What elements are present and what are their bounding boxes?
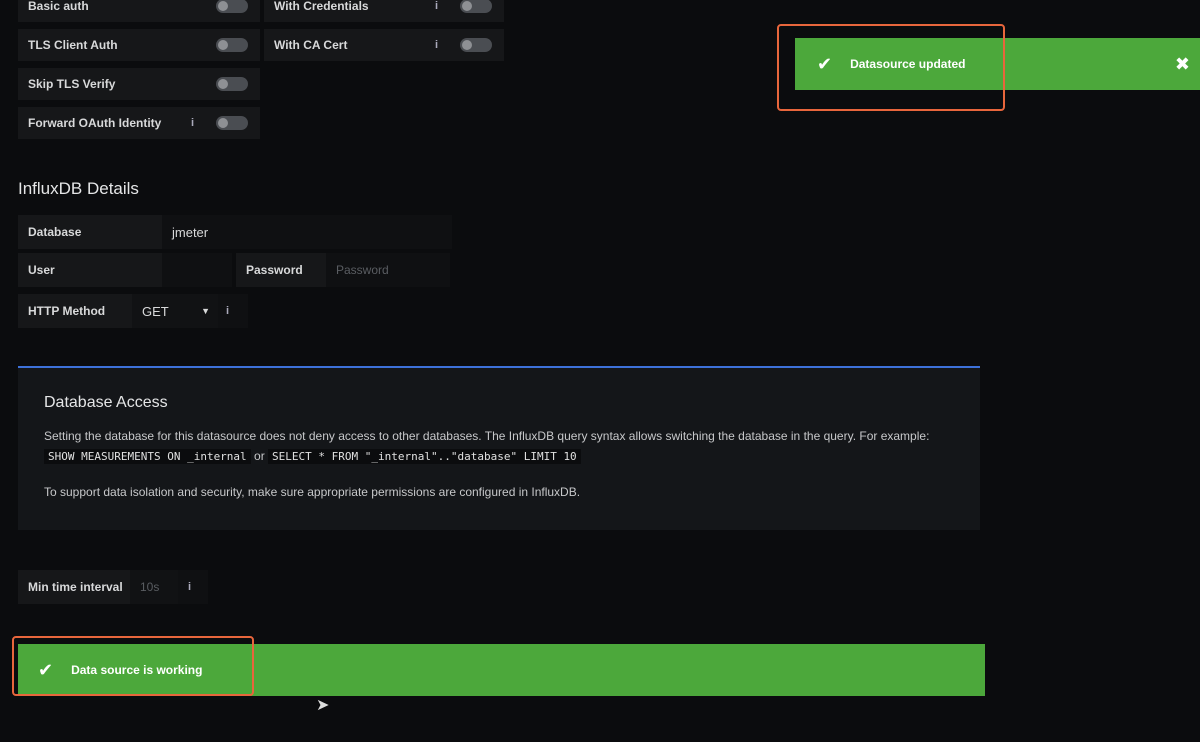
info-icon[interactable]: i: [218, 294, 248, 328]
access-code-1: SHOW MEASUREMENTS ON _internal: [44, 449, 251, 464]
http-method-row: HTTP Method GET ▼ i: [18, 294, 248, 328]
access-text-or: or: [254, 449, 265, 463]
forward-oauth-toggle[interactable]: [204, 107, 260, 139]
info-icon[interactable]: i: [178, 570, 208, 604]
credentials-row: User Password Password: [18, 253, 450, 287]
tls-client-auth-row: TLS Client Auth: [18, 29, 260, 61]
database-row: Database jmeter: [18, 215, 452, 249]
with-credentials-text: With Credentials: [274, 0, 369, 13]
info-icon[interactable]: i: [435, 0, 438, 12]
forward-oauth-label: Forward OAuth Identity i: [18, 107, 204, 139]
database-access-text: Setting the database for this datasource…: [44, 426, 954, 467]
basic-auth-toggle[interactable]: [204, 0, 260, 22]
with-ca-cert-row: With CA Cert i: [264, 29, 504, 61]
skip-tls-verify-toggle[interactable]: [204, 68, 260, 100]
toggle-switch[interactable]: [216, 77, 248, 91]
toggle-switch[interactable]: [460, 0, 492, 13]
mouse-cursor-icon: ➤: [316, 697, 330, 714]
tls-client-auth-label: TLS Client Auth: [18, 29, 204, 61]
forward-oauth-text: Forward OAuth Identity: [28, 116, 162, 130]
basic-auth-label: Basic auth: [18, 0, 204, 22]
info-icon[interactable]: i: [435, 39, 438, 51]
toggle-switch[interactable]: [216, 0, 248, 13]
database-input[interactable]: jmeter: [162, 215, 452, 249]
http-method-label: HTTP Method: [18, 294, 132, 328]
with-credentials-label: With Credentials i: [264, 0, 448, 22]
tls-client-auth-toggle[interactable]: [204, 29, 260, 61]
basic-auth-row: Basic auth: [18, 0, 260, 22]
user-input[interactable]: [162, 253, 232, 287]
with-ca-cert-label: With CA Cert i: [264, 29, 448, 61]
access-text-part2: To support data isolation and security, …: [44, 485, 581, 499]
info-icon[interactable]: i: [191, 117, 194, 129]
forward-oauth-row: Forward OAuth Identity i: [18, 107, 260, 139]
min-time-interval-row: Min time interval 10s i: [18, 570, 208, 604]
password-label: Password: [236, 253, 326, 287]
close-icon[interactable]: ✖: [1175, 54, 1190, 75]
access-code-2: SELECT * FROM "_internal".."database" LI…: [268, 449, 581, 464]
min-time-interval-input[interactable]: 10s: [130, 570, 178, 604]
influxdb-details-title: InfluxDB Details: [18, 179, 139, 198]
database-label: Database: [18, 215, 162, 249]
highlight-box: [12, 636, 254, 696]
skip-tls-verify-label: Skip TLS Verify: [18, 68, 204, 100]
database-access-title: Database Access: [44, 394, 168, 411]
user-label: User: [18, 253, 162, 287]
with-ca-cert-toggle[interactable]: [448, 29, 504, 61]
password-input[interactable]: Password: [326, 253, 450, 287]
with-credentials-row: With Credentials i: [264, 0, 504, 22]
http-method-value: GET: [142, 303, 169, 319]
min-time-interval-label: Min time interval: [18, 570, 130, 604]
skip-tls-verify-row: Skip TLS Verify: [18, 68, 260, 100]
http-method-select[interactable]: GET ▼: [132, 294, 218, 328]
toggle-switch[interactable]: [460, 38, 492, 52]
highlight-box: [777, 24, 1005, 111]
toggle-switch[interactable]: [216, 38, 248, 52]
database-access-info: Database Access Setting the database for…: [18, 366, 980, 530]
with-credentials-toggle[interactable]: [448, 0, 504, 22]
toggle-switch[interactable]: [216, 116, 248, 130]
with-ca-cert-text: With CA Cert: [274, 38, 348, 52]
access-text-part1: Setting the database for this datasource…: [44, 429, 930, 443]
caret-down-icon: ▼: [201, 306, 210, 316]
